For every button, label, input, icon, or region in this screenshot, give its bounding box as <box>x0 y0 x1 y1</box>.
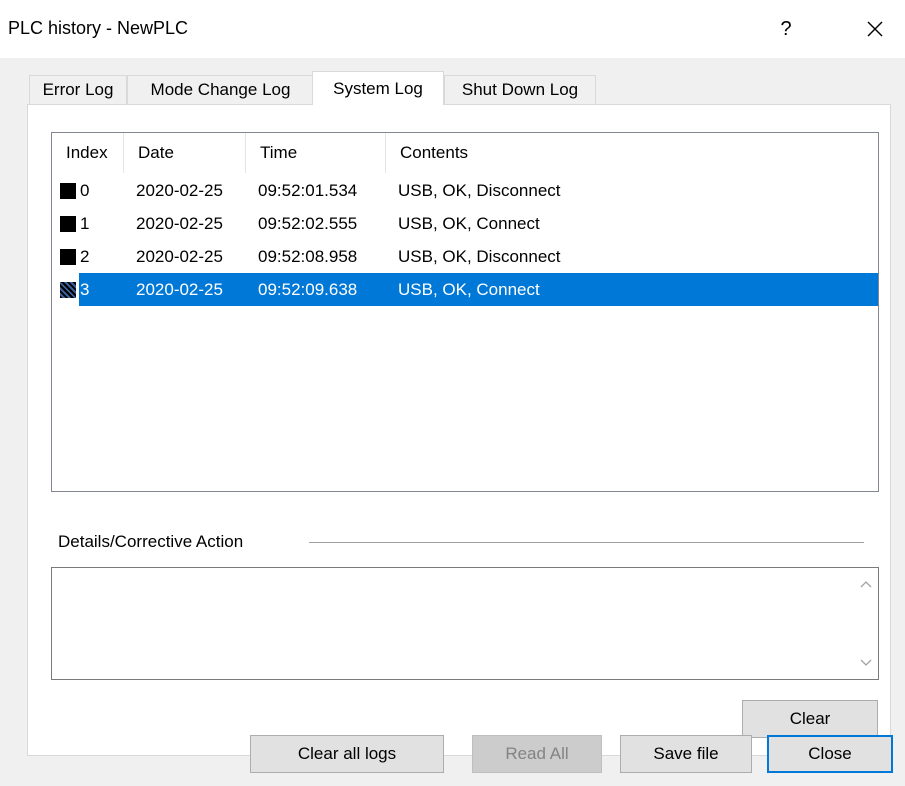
entry-marker-icon <box>60 248 76 265</box>
system-log-list[interactable]: Index Date Time Contents 0 2020-02-25 09… <box>51 132 879 492</box>
details-divider <box>309 542 864 543</box>
table-row[interactable]: 1 2020-02-25 09:52:02.555 USB, OK, Conne… <box>52 207 878 240</box>
chevron-up-icon <box>860 581 872 588</box>
column-header-index[interactable]: Index <box>52 133 124 173</box>
cell-contents: USB, OK, Connect <box>398 279 540 299</box>
cell-index-value: 1 <box>80 213 90 233</box>
cell-index-value: 0 <box>80 180 90 200</box>
close-button[interactable]: Close <box>767 735 893 773</box>
cell-index-value: 2 <box>80 246 90 266</box>
entry-marker-icon <box>60 215 76 232</box>
cell-index: 2 <box>60 240 124 273</box>
cell-time: 09:52:02.555 <box>258 213 358 233</box>
clear-button[interactable]: Clear <box>742 700 878 738</box>
cell-contents: USB, OK, Disconnect <box>398 246 561 266</box>
cell-time: 09:52:09.638 <box>258 279 358 299</box>
chevron-down-icon <box>860 659 872 666</box>
clear-all-logs-button[interactable]: Clear all logs <box>250 735 444 773</box>
column-header-time[interactable]: Time <box>246 133 386 173</box>
read-all-button[interactable]: Read All <box>472 735 602 773</box>
close-icon <box>867 21 883 37</box>
tab-mode-change-log[interactable]: Mode Change Log <box>127 75 314 104</box>
cell-date: 2020-02-25 <box>136 279 223 299</box>
window-close-button[interactable] <box>855 12 895 46</box>
cell-date: 2020-02-25 <box>136 246 223 266</box>
tab-error-log[interactable]: Error Log <box>29 75 127 104</box>
plc-history-dialog: PLC history - NewPLC ? Error Log Mode Ch… <box>0 0 905 786</box>
cell-index: 3 <box>60 273 124 306</box>
entry-marker-icon <box>60 281 76 298</box>
details-scrollbar[interactable] <box>854 568 878 679</box>
tab-system-log[interactable]: System Log <box>312 71 444 105</box>
save-file-button[interactable]: Save file <box>620 735 752 773</box>
scroll-up-arrow[interactable] <box>858 576 874 592</box>
help-button[interactable]: ? <box>766 12 806 46</box>
title-bar: PLC history - NewPLC ? <box>0 0 905 58</box>
cell-time: 09:52:01.534 <box>258 180 358 200</box>
cell-date: 2020-02-25 <box>136 180 223 200</box>
column-header-date[interactable]: Date <box>124 133 246 173</box>
cell-index: 1 <box>60 207 124 240</box>
dialog-content: Error Log Mode Change Log System Log Shu… <box>0 58 905 786</box>
cell-contents: USB, OK, Disconnect <box>398 180 561 200</box>
cell-date: 2020-02-25 <box>136 213 223 233</box>
system-log-panel: Index Date Time Contents 0 2020-02-25 09… <box>27 104 891 756</box>
scroll-down-arrow[interactable] <box>858 655 874 671</box>
list-header: Index Date Time Contents <box>52 133 878 173</box>
details-label: Details/Corrective Action <box>58 532 244 551</box>
entry-marker-icon <box>60 182 76 199</box>
table-row[interactable]: 0 2020-02-25 09:52:01.534 USB, OK, Disco… <box>52 174 878 207</box>
cell-time: 09:52:08.958 <box>258 246 358 266</box>
cell-index-value: 3 <box>80 279 90 299</box>
cell-index: 0 <box>60 174 124 207</box>
window-title: PLC history - NewPLC <box>8 18 189 38</box>
cell-contents: USB, OK, Connect <box>398 213 540 233</box>
column-header-contents[interactable]: Contents <box>386 133 876 173</box>
tab-shut-down-log[interactable]: Shut Down Log <box>444 75 596 104</box>
table-row[interactable]: 2 2020-02-25 09:52:08.958 USB, OK, Disco… <box>52 240 878 273</box>
table-row-selected[interactable]: 3 2020-02-25 09:52:09.638 USB, OK, Conne… <box>52 273 878 306</box>
details-textbox[interactable] <box>51 567 879 680</box>
help-icon: ? <box>780 17 792 40</box>
